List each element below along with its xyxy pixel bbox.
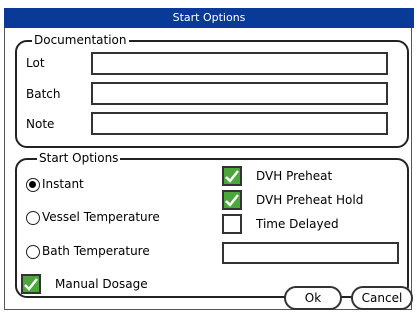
note-label: Note: [26, 117, 55, 131]
checkbox-manual-dosage-label: Manual Dosage: [55, 277, 148, 291]
start-options-legend: Start Options: [37, 151, 121, 165]
radio-instant-label: Instant: [42, 177, 84, 191]
radio-instant[interactable]: Instant: [26, 176, 146, 194]
radio-vessel-temperature[interactable]: Vessel Temperature: [26, 209, 206, 227]
cancel-button[interactable]: Cancel: [351, 286, 413, 310]
batch-input[interactable]: [91, 82, 388, 105]
lot-label: Lot: [26, 56, 45, 70]
radio-bath-temperature[interactable]: Bath Temperature: [26, 243, 206, 261]
lot-input[interactable]: [91, 52, 388, 75]
documentation-legend: Documentation: [32, 33, 129, 47]
checkmark-icon: [21, 274, 41, 294]
checkmark-icon: [222, 166, 242, 186]
checkbox-dvh-preheat-hold-label: DVH Preheat Hold: [256, 193, 364, 207]
checkmark-icon: [222, 190, 242, 210]
ok-button[interactable]: Ok: [284, 286, 342, 310]
radio-selected-icon: [26, 178, 40, 192]
checkbox-dvh-preheat-hold[interactable]: DVH Preheat Hold: [222, 190, 392, 212]
checkbox-manual-dosage[interactable]: Manual Dosage: [21, 274, 201, 296]
batch-label: Batch: [26, 87, 61, 101]
radio-bath-temperature-label: Bath Temperature: [42, 244, 150, 258]
radio-unselected-icon: [26, 211, 40, 225]
checkbox-time-delayed[interactable]: Time Delayed: [222, 214, 392, 236]
checkbox-dvh-preheat[interactable]: DVH Preheat: [222, 166, 392, 188]
checkbox-dvh-preheat-label: DVH Preheat: [256, 169, 333, 183]
checkbox-empty-icon: [222, 214, 242, 234]
delay-input[interactable]: [222, 242, 399, 264]
window-title: Start Options: [172, 11, 246, 24]
radio-unselected-icon: [26, 245, 40, 259]
radio-vessel-temperature-label: Vessel Temperature: [42, 210, 160, 224]
window-titlebar: Start Options: [4, 8, 414, 28]
note-input[interactable]: [91, 112, 388, 135]
checkbox-time-delayed-label: Time Delayed: [256, 217, 339, 231]
